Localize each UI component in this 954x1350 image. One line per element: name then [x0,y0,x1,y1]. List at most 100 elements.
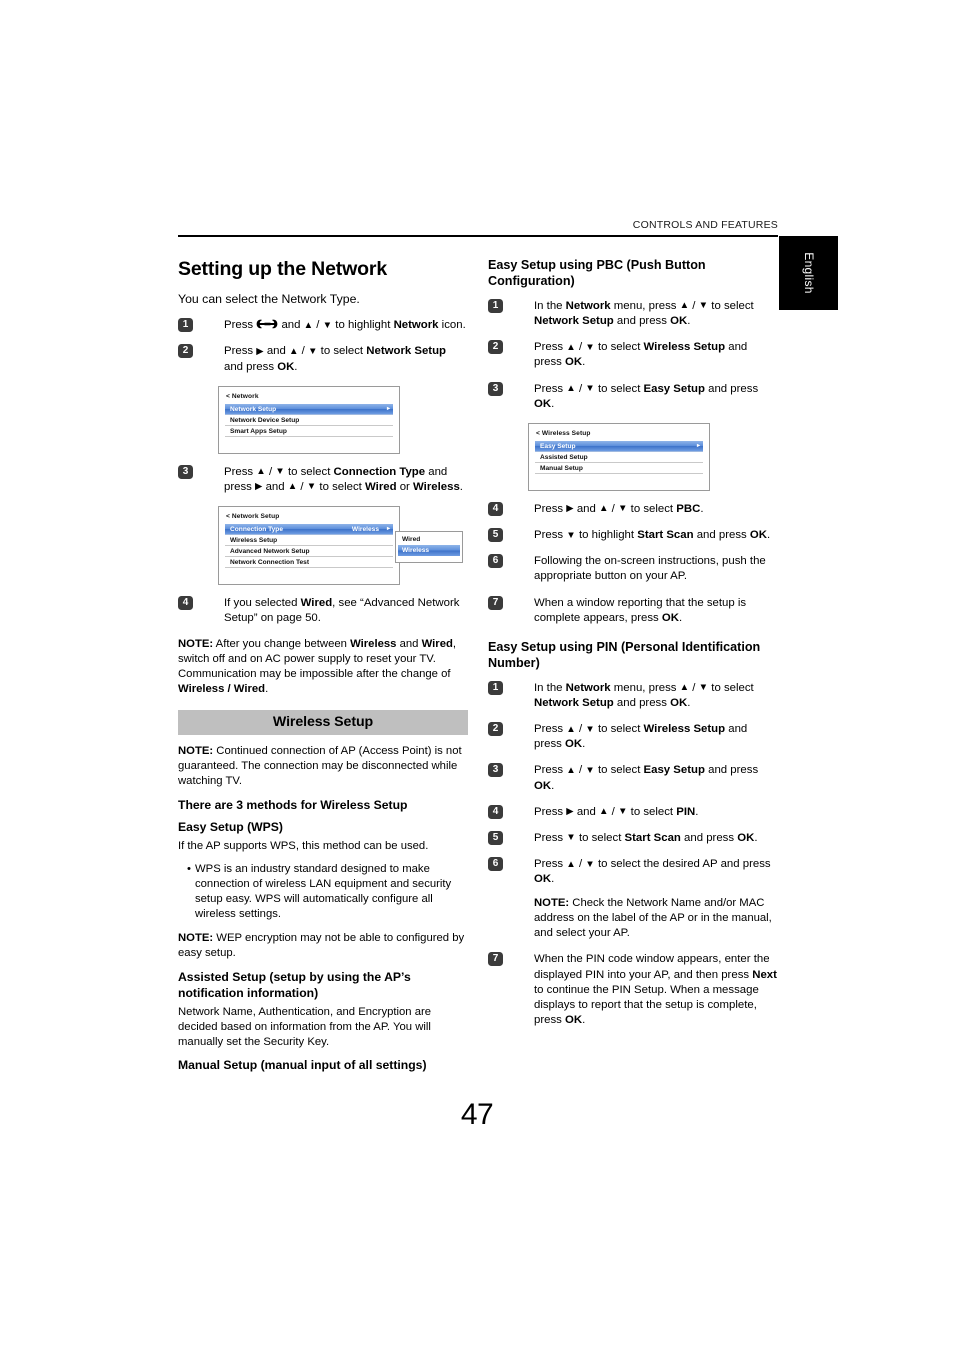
step-text: When the PIN code window appears, enter … [534,953,777,1027]
arrow-down-icon: ▼ [618,806,628,818]
step-badge: 3 [488,381,503,396]
note-label: NOTE: [178,638,214,651]
step-badge: 5 [488,528,503,543]
menu-row-label: Assisted Setup [540,453,588,461]
header-rule [178,235,778,237]
arrow-down-icon: ▼ [566,832,576,844]
arrow-down-icon: ▼ [566,529,576,541]
menu-row-label: Wired [402,536,421,543]
note-label: NOTE: [534,897,570,910]
menu-row-label: Advanced Network Setup [230,548,310,555]
arrow-up-icon: ▲ [566,723,576,735]
step-text: Press and ▲ / ▼ to highlight Network ico… [224,319,466,332]
step-item: 3 Press ▲ / ▼ to select Easy Setup and p… [488,763,778,793]
heading-assisted-setup: Assisted Setup (setup by using the AP’s … [178,970,411,1001]
arrow-up-icon: ▲ [287,481,298,493]
arrow-down-icon: ▼ [322,319,333,331]
menu-row[interactable]: Manual Setup [535,463,703,474]
step-note: NOTE: Check the Network Name and/or MAC … [534,896,778,941]
menu-row[interactable]: Advanced Network Setup [225,546,393,557]
menu-row[interactable]: Easy Setup ▸ [535,440,703,452]
menu-row[interactable]: Network Connection Test [225,557,393,568]
menu-rows: Connection Type Wireless ▸ Wireless Setup Ad… [225,524,393,568]
language-tab-label: English [801,252,816,294]
tv-menu-network-setup: < Network Setup Connection Type Wireless ▸… [218,506,463,585]
arrow-down-icon: ▼ [618,503,628,515]
arrow-right-icon: ▶ [566,503,574,515]
arrow-up-icon: ▲ [256,466,266,478]
menu-row-label: Connection Type [230,526,283,533]
arrow-right-icon: ▶ [566,806,574,818]
menu-popup-connection-type: Wired Wireless [395,531,463,563]
menu-row[interactable]: Wireless [398,545,460,556]
arrow-down-icon: ▼ [585,723,595,735]
menu-row[interactable]: Connection Type Wireless ▸ [225,524,393,535]
tv-menu-network: < Network Network Setup ▸ Network Device S… [218,385,400,454]
step-badge: 3 [178,464,193,479]
menu-row[interactable]: Smart Apps Setup [225,426,393,437]
step-item: 6 Press ▲ / ▼ to select the desired AP a… [488,857,778,941]
menu-row[interactable]: Assisted Setup [535,452,703,463]
step-badge: 4 [178,596,193,610]
menu-blank-area [225,437,393,446]
menu-breadcrumb: < Wireless Setup [536,429,591,437]
arrow-up-icon: ▲ [289,345,299,357]
step-text: Press ▶ and ▲ / ▼ to select PBC. [534,502,704,515]
menu-row[interactable]: Wired [398,534,460,545]
step-text: Press ▼ to select Start Scan and press O… [534,831,758,844]
step-text: Press ▲ / ▼ to select Easy Setup and pre… [534,764,759,792]
note-text: After you change between Wireless and Wi… [178,638,457,696]
chevron-right-icon: ▸ [696,442,700,449]
chevron-right-icon: ▸ [386,526,390,532]
arrow-up-icon: ▲ [599,503,609,515]
arrow-down-icon: ▼ [585,341,595,353]
note-wireless-wired: NOTE: After you change between Wireless … [178,637,468,697]
arrow-down-icon: ▼ [585,858,595,870]
arrow-up-icon: ▲ [566,341,576,353]
menu-row[interactable]: Network Setup ▸ [225,403,393,415]
chevron-right-icon: ▸ [386,405,390,412]
step-badge: 4 [488,804,503,819]
arrow-right-icon: ▶ [255,481,263,493]
step-text: Following the on-screen instructions, pu… [534,555,766,583]
page-number: 47 [460,1098,494,1131]
step-badge: 1 [488,680,503,695]
heading-easy-setup-wps: Easy Setup (WPS) [178,820,283,835]
arrow-down-icon: ▼ [308,345,318,357]
step-text: Press ▲ / ▼ to select the desired AP and… [534,858,771,886]
arrow-down-icon: ▼ [698,300,709,312]
step-badge: 1 [178,318,193,333]
menu-blank-area [225,568,393,577]
note-wep: NOTE: WEP encryption may not be able to … [178,931,468,961]
arrow-down-icon: ▼ [585,764,595,776]
step-text: Press ▲ / ▼ to select Wireless Setup and… [534,341,748,369]
menu-row[interactable]: Network Device Setup [225,415,393,426]
menu-row[interactable]: Wireless Setup [225,535,393,546]
step-item: 1 In the Network menu, press ▲ / ▼ to se… [488,680,778,711]
step-text: Press ▲ / ▼ to select Connection Type an… [224,465,463,493]
note-access-point: NOTE: Continued connection of AP (Access… [178,744,468,789]
step-item: 2 Press ▶ and ▲ / ▼ to select Network Se… [178,344,468,374]
section-band-wireless-setup: Wireless Setup [178,710,468,736]
list-item: WPS is an industry standard designed to … [187,862,468,922]
step-text: In the Network menu, press ▲ / ▼ to sele… [534,299,754,328]
step-item: 3 Press ▲ / ▼ to select Connection Type … [178,464,468,495]
step-text: Press ▶ and ▲ / ▼ to select Network Setu… [224,345,447,373]
arrow-up-icon: ▲ [303,319,314,331]
step-badge: 2 [178,344,193,359]
step-text: Press ▲ / ▼ to select Easy Setup and pre… [534,382,759,410]
arrow-up-icon: ▲ [599,806,609,818]
page-title: Setting up the Network [178,258,388,280]
language-tab: English [779,236,838,310]
menu-row-label: Easy Setup [540,442,576,450]
menu-row-label: Network Device Setup [230,416,300,424]
step-badge: 7 [488,952,503,967]
note-text: WEP encryption may not be able to config… [178,932,465,960]
menu-row-value: Wireless [351,526,379,533]
arrow-up-icon: ▲ [566,858,576,870]
menu-row-label: Manual Setup [540,464,583,472]
menu-row-label: Network Connection Test [230,559,310,566]
step-badge: 1 [488,298,503,313]
menu-breadcrumb: < Network Setup [226,513,280,520]
step-badge: 7 [488,595,503,610]
